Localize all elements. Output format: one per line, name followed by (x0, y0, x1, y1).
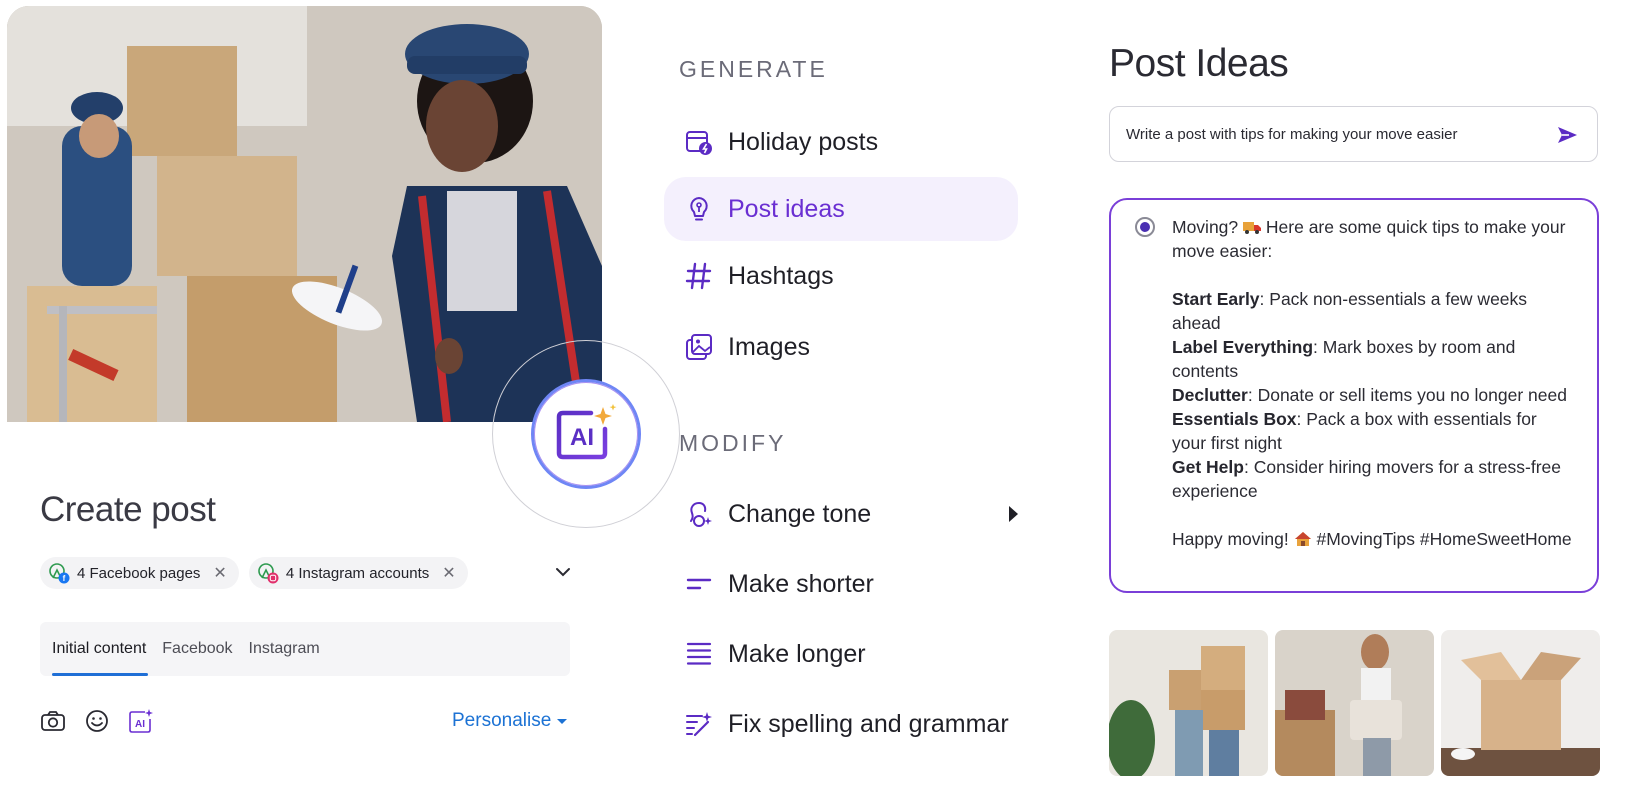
composer-toolbar: AI (40, 708, 154, 734)
caret-down-icon (557, 718, 568, 724)
lightbulb-icon (690, 197, 708, 221)
send-icon[interactable] (1555, 123, 1579, 147)
account-chips: f 4 Facebook pages ✕ 4 Instagram account… (40, 557, 468, 589)
ai-icon[interactable]: AI (128, 708, 154, 734)
chip-label: 4 Instagram accounts (285, 564, 430, 582)
close-icon[interactable]: ✕ (442, 563, 455, 583)
truck-emoji-icon (1243, 222, 1262, 234)
ai-badge[interactable]: AI (531, 379, 641, 489)
post-ideas-title: Post Ideas (1109, 42, 1289, 85)
menu-item-label: Make shorter (728, 569, 874, 598)
thumbnail-open-box[interactable] (1441, 630, 1600, 776)
longer-icon (686, 642, 712, 665)
chip-instagram-accounts[interactable]: 4 Instagram accounts ✕ (248, 557, 468, 589)
menu-item-label: Make longer (728, 639, 866, 668)
menu-item-change-tone[interactable]: Change tone (664, 482, 1018, 546)
emoji-icon[interactable] (84, 708, 110, 734)
menu-item-label: Holiday posts (728, 127, 879, 156)
holiday-calendar-icon (686, 131, 712, 155)
thumbnail-woman-boxes[interactable] (1275, 630, 1434, 776)
thumbnail-couple-boxes[interactable] (1109, 630, 1268, 776)
idea-tip: Get Help: Consider hiring movers for a s… (1172, 457, 1562, 501)
hashtag-icon (685, 262, 712, 290)
hero-photo (7, 6, 602, 422)
menu-item-post-ideas[interactable]: Post ideas (664, 177, 1018, 241)
menu-item-make-shorter[interactable]: Make shorter (664, 552, 1018, 616)
menu-item-label: Hashtags (728, 261, 834, 290)
svg-text:f: f (63, 574, 66, 583)
image-icon (686, 334, 712, 360)
idea-closing-b: #MovingTips #HomeSweetHome (1316, 529, 1572, 549)
chip-label: 4 Facebook pages (77, 564, 201, 582)
chevron-down-icon[interactable] (554, 563, 572, 581)
idea-tip: Label Everything: Mark boxes by room and… (1172, 337, 1516, 381)
camera-icon[interactable] (40, 708, 66, 734)
tab-initial-content[interactable]: Initial content (52, 622, 149, 676)
modify-section-label: MODIFY (679, 430, 787, 456)
menu-item-holiday-posts[interactable]: Holiday posts (664, 110, 1018, 174)
personalise-label: Personalise (452, 710, 552, 731)
menu-item-label: Fix spelling and grammar (728, 709, 1009, 738)
menu-item-label: Change tone (728, 499, 872, 528)
generate-section-label: GENERATE (679, 56, 828, 82)
ai-sparkle-icon: AI (556, 404, 617, 460)
submenu-arrow-icon (1009, 506, 1018, 522)
idea-text: Moving? Here are some quick tips to make… (1172, 215, 1572, 551)
prompt-input[interactable]: Write a post with tips for making your m… (1109, 106, 1598, 162)
create-post-title: Create post (40, 490, 216, 529)
idea-intro-a: Moving? (1172, 217, 1239, 237)
idea-closing-a: Happy moving! (1172, 529, 1289, 549)
svg-text:AI: AI (135, 719, 145, 730)
idea-tip: Declutter: Donate or sell items you no l… (1172, 385, 1567, 405)
idea-tip: Start Early: Pack non-essentials a few w… (1172, 289, 1528, 333)
menu-item-label: Post ideas (728, 194, 845, 223)
content-tabs: Initial content Facebook Instagram (40, 622, 570, 676)
menu-item-fix-spelling[interactable]: Fix spelling and grammar (664, 692, 1018, 756)
tone-icon (690, 502, 712, 527)
tab-facebook[interactable]: Facebook (162, 622, 232, 676)
svg-text:AI: AI (570, 424, 594, 451)
idea-radio[interactable] (1135, 217, 1155, 237)
chip-facebook-pages[interactable]: f 4 Facebook pages ✕ (40, 557, 239, 589)
image-suggestions (1109, 630, 1600, 776)
menu-item-label: Images (728, 332, 810, 361)
personalise-dropdown[interactable]: Personalise (452, 710, 568, 732)
house-emoji-icon (1294, 532, 1311, 546)
menu-item-images[interactable]: Images (664, 315, 1018, 379)
menu-item-hashtags[interactable]: Hashtags (664, 244, 1018, 308)
instagram-accounts-icon (257, 562, 279, 584)
spelling-icon (686, 712, 712, 737)
tab-instagram[interactable]: Instagram (249, 622, 320, 676)
idea-tip: Essentials Box: Pack a box with essentia… (1172, 409, 1537, 453)
menu-item-make-longer[interactable]: Make longer (664, 622, 1018, 686)
shorter-icon (686, 578, 712, 590)
close-icon[interactable]: ✕ (213, 563, 226, 583)
idea-card[interactable]: Moving? Here are some quick tips to make… (1109, 198, 1599, 593)
prompt-input-value: Write a post with tips for making your m… (1126, 125, 1458, 143)
facebook-pages-icon: f (48, 562, 70, 584)
